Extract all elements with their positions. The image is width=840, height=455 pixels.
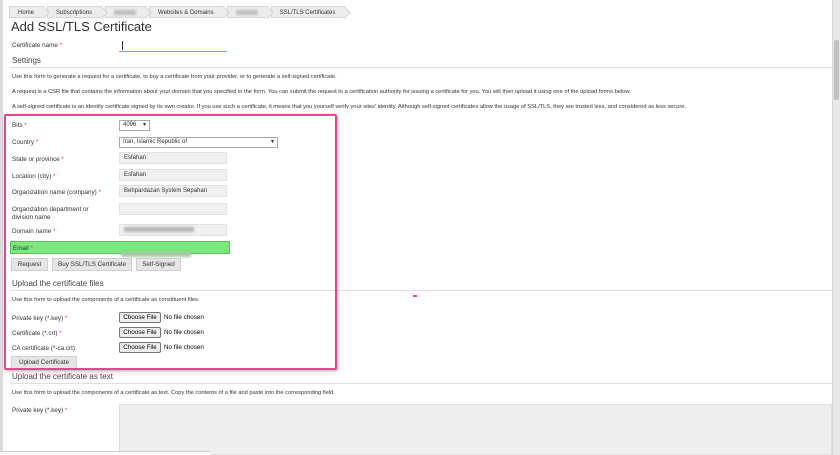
window-edge bbox=[0, 0, 3, 455]
breadcrumb-subscriptions-label: Subscriptions bbox=[56, 10, 93, 16]
annotation-mark bbox=[413, 295, 417, 297]
breadcrumb-home-label: Home bbox=[18, 10, 35, 16]
text-private-key-label-text: Private key (*.key) bbox=[12, 407, 64, 414]
breadcrumb: Home Subscriptions Websites & Domains SS… bbox=[9, 6, 348, 18]
breadcrumb-ssl[interactable]: SSL/TLS Certificates bbox=[270, 6, 346, 18]
divider bbox=[10, 383, 832, 384]
redacted-text bbox=[235, 9, 258, 15]
required-mark: * bbox=[59, 42, 63, 49]
upload-text-description: Use this form to upload the components o… bbox=[12, 390, 335, 396]
breadcrumb-home[interactable]: Home bbox=[9, 6, 45, 18]
scrollbar-thumb[interactable] bbox=[834, 40, 839, 100]
breadcrumb-websites-domains-label: Websites & Domains bbox=[158, 10, 214, 16]
cert-name-label-text: Certificate name bbox=[12, 42, 58, 49]
cert-name-label: Certificate name * bbox=[12, 42, 62, 49]
breadcrumb-domain-redacted[interactable] bbox=[226, 6, 268, 18]
breadcrumb-subscription-redacted[interactable] bbox=[105, 6, 147, 18]
cert-name-input[interactable] bbox=[119, 40, 227, 52]
divider bbox=[10, 67, 832, 68]
redacted-text bbox=[114, 9, 137, 15]
settings-para-2: A request is a CSR file that contains th… bbox=[12, 89, 631, 95]
breadcrumb-websites-domains[interactable]: Websites & Domains bbox=[149, 6, 224, 18]
breadcrumb-ssl-label: SSL/TLS Certificates bbox=[279, 10, 336, 16]
vertical-scrollbar[interactable] bbox=[832, 0, 840, 455]
upload-text-heading: Upload the certificate as text bbox=[12, 372, 113, 381]
annotation-highlight-box bbox=[4, 114, 337, 370]
page: Home Subscriptions Websites & Domains SS… bbox=[0, 0, 840, 455]
settings-para-1: Use this form to generate a request for … bbox=[12, 74, 337, 80]
breadcrumb-subscriptions[interactable]: Subscriptions bbox=[47, 6, 103, 18]
text-private-key-label: Private key (*.key) * bbox=[12, 407, 67, 414]
required-mark: * bbox=[64, 407, 68, 414]
page-title: Add SSL/TLS Certificate bbox=[11, 19, 152, 34]
settings-para-3: A self-signed certificate is an identity… bbox=[12, 104, 687, 110]
private-key-textarea[interactable] bbox=[119, 404, 832, 455]
horizontal-scrollbar[interactable] bbox=[0, 451, 210, 455]
settings-heading: Settings bbox=[12, 56, 41, 65]
